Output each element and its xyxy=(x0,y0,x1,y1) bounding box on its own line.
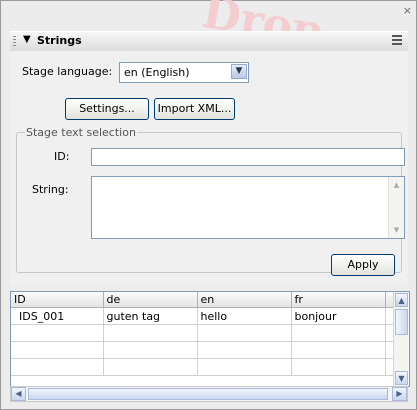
scroll-right-icon[interactable]: ▶ xyxy=(392,387,407,401)
table-cell[interactable] xyxy=(291,358,386,376)
stage-language-value: en (English) xyxy=(124,66,190,79)
horizontal-scroll-thumb[interactable] xyxy=(28,388,388,400)
triangle-down-icon[interactable]: ▼ xyxy=(23,34,31,45)
strings-table[interactable]: ID de en fr IDS_001 guten tag hello bonj… xyxy=(10,291,410,387)
id-label: ID: xyxy=(54,150,70,163)
table-row[interactable] xyxy=(11,358,397,376)
table-horizontal-scrollbar[interactable]: ◀ ▶ xyxy=(10,386,408,402)
table-cell[interactable]: hello xyxy=(197,307,292,325)
drag-grip-icon[interactable] xyxy=(13,36,16,48)
scroll-down-icon[interactable]: ▼ xyxy=(395,371,408,385)
table-cell[interactable] xyxy=(197,341,292,359)
table-cell[interactable]: guten tag xyxy=(103,307,198,325)
scroll-left-icon[interactable]: ◀ xyxy=(11,387,26,401)
settings-button[interactable]: Settings... xyxy=(65,98,149,120)
table-cell[interactable] xyxy=(197,324,292,342)
string-scrollbar[interactable]: ▲ ▼ xyxy=(388,177,404,238)
column-header-id[interactable]: ID xyxy=(11,292,104,308)
scroll-up-icon[interactable]: ▲ xyxy=(390,178,403,192)
table-cell[interactable] xyxy=(11,358,104,376)
strings-panel-frame: × Drop ▼ Strings Stage language: en (Eng… xyxy=(0,0,417,410)
table-cell[interactable] xyxy=(291,324,386,342)
id-field[interactable] xyxy=(91,148,405,166)
scroll-down-icon[interactable]: ▼ xyxy=(390,223,403,237)
table-row[interactable] xyxy=(11,324,397,342)
string-textarea[interactable]: ▲ ▼ xyxy=(91,176,405,239)
panel-options-icon[interactable] xyxy=(392,35,402,45)
stage-text-selection-legend: Stage text selection xyxy=(26,126,136,139)
table-cell[interactable]: bonjour xyxy=(291,307,386,325)
panel-content: Stage language: en (English) ▼ Settings.… xyxy=(10,51,408,285)
panel-titlebar[interactable]: ▼ Strings xyxy=(10,31,408,52)
table-cell[interactable] xyxy=(291,341,386,359)
string-label: String: xyxy=(32,183,69,196)
table-cell[interactable] xyxy=(103,358,198,376)
apply-button[interactable]: Apply xyxy=(331,254,395,276)
column-header-de[interactable]: de xyxy=(103,292,198,308)
table-cell[interactable] xyxy=(11,341,104,359)
table-cell[interactable] xyxy=(197,358,292,376)
column-header-fr[interactable]: fr xyxy=(291,292,386,308)
table-cell[interactable] xyxy=(103,324,198,342)
panel-title: Strings xyxy=(37,34,82,47)
stage-language-select[interactable]: en (English) ▼ xyxy=(119,62,249,83)
table-header-row: ID de en fr xyxy=(11,292,397,308)
chevron-down-icon[interactable]: ▼ xyxy=(231,64,247,79)
table-row[interactable]: IDS_001 guten tag hello bonjour xyxy=(11,307,397,325)
close-panel-button[interactable]: × xyxy=(403,4,412,17)
scroll-up-icon[interactable]: ▲ xyxy=(395,293,408,307)
table-cell[interactable]: IDS_001 xyxy=(11,307,104,325)
table-cell[interactable] xyxy=(103,341,198,359)
column-header-en[interactable]: en xyxy=(197,292,292,308)
import-xml-button[interactable]: Import XML... xyxy=(154,98,235,120)
table-cell[interactable] xyxy=(11,324,104,342)
scroll-thumb[interactable] xyxy=(395,309,408,335)
table-vertical-scrollbar[interactable]: ▲ ▼ xyxy=(393,292,409,386)
table-row[interactable] xyxy=(11,341,397,359)
stage-language-label: Stage language: xyxy=(22,65,113,78)
